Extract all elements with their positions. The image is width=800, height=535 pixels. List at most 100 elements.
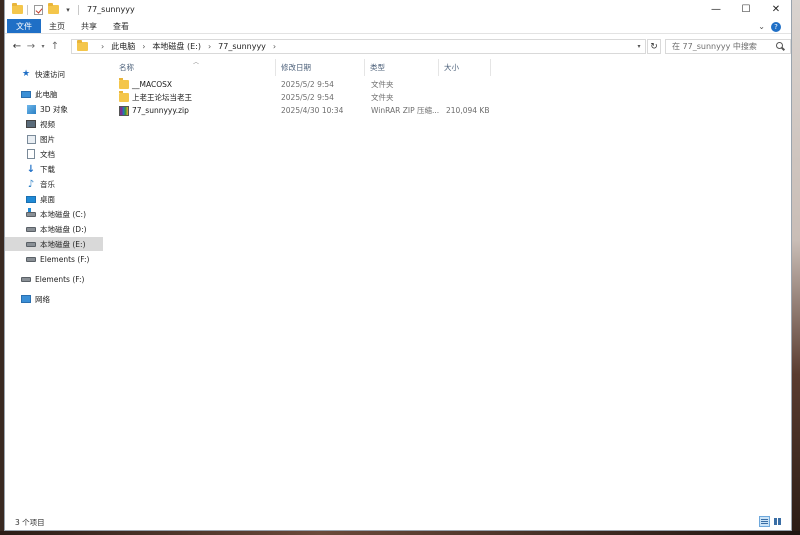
quick-access-toolbar: ▾: [11, 3, 83, 16]
address-history-dropdown[interactable]: ▾: [633, 40, 645, 53]
breadcrumb-separator-icon[interactable]: ›: [273, 42, 276, 51]
file-size: 210,094 KB: [446, 106, 490, 115]
sidebar-item-elements-f[interactable]: Elements (F:): [5, 252, 103, 266]
sidebar-item-quick-access[interactable]: ★ 快速访问: [5, 67, 103, 81]
sidebar-item-elements-f-root[interactable]: Elements (F:): [5, 272, 103, 286]
sidebar-item-3d-objects[interactable]: 3D 对象: [5, 102, 103, 116]
window-title: 77_sunnyyy: [87, 5, 135, 14]
customize-toolbar-button[interactable]: ▾: [62, 4, 74, 16]
folder-icon: [119, 91, 129, 102]
column-header-type[interactable]: 类型: [364, 60, 438, 74]
sidebar-item-network[interactable]: 网络: [5, 292, 103, 306]
video-icon: [26, 119, 36, 129]
new-folder-button[interactable]: [47, 3, 59, 16]
toolbar-divider: [78, 4, 79, 15]
tab-home[interactable]: 主页: [41, 19, 73, 33]
drive-c-icon: [26, 207, 36, 219]
sidebar-item-this-pc[interactable]: 此电脑: [5, 87, 103, 101]
file-name: 上老王论坛当老王: [132, 93, 192, 102]
properties-button[interactable]: [32, 4, 44, 16]
desktop-icon: [26, 194, 36, 204]
desktop-background-bottom: [0, 531, 800, 535]
tab-share[interactable]: 共享: [73, 19, 105, 33]
file-row[interactable]: 上老王论坛当老王 2025/5/2 9:54 文件夹: [115, 91, 491, 104]
search-input[interactable]: [672, 42, 772, 51]
close-button[interactable]: ✕: [761, 0, 791, 19]
minimize-button[interactable]: —: [701, 0, 731, 19]
folder-icon: [119, 78, 129, 89]
column-header-date-modified[interactable]: 修改日期: [275, 60, 363, 74]
navigation-bar: ← → ▾ ↑ › 此电脑 › 本地磁盘 (E:) › 77_sunnyyy ›…: [5, 36, 791, 57]
view-switcher: [759, 516, 783, 527]
sidebar-item-documents[interactable]: 文档: [5, 147, 103, 161]
music-icon: ♪: [27, 178, 35, 190]
breadcrumb-separator-icon[interactable]: ›: [142, 42, 145, 51]
breadcrumb-this-pc[interactable]: 此电脑: [111, 41, 135, 52]
ribbon-right-controls: ⌄ ?: [758, 19, 781, 34]
properties-icon: [33, 4, 43, 15]
file-row[interactable]: 77_sunnyyy.zip 2025/4/30 10:34 WinRAR ZI…: [115, 104, 491, 117]
file-list: ︿ 名称 修改日期 类型 大小 __MACOSX 2025/5/2 9:54 文…: [113, 57, 791, 513]
toolbar-divider: [27, 4, 28, 15]
drive-icon: [26, 254, 36, 264]
recent-locations-button[interactable]: ▾: [38, 40, 48, 54]
file-type: 文件夹: [371, 80, 394, 89]
download-icon: ↓: [26, 163, 36, 175]
winrar-zip-icon: [119, 105, 129, 116]
search-box[interactable]: [665, 39, 791, 54]
status-bar: 3 个项目: [5, 514, 791, 530]
large-icons-view-button[interactable]: [772, 516, 783, 527]
sidebar-item-videos[interactable]: 视频: [5, 117, 103, 131]
breadcrumb-separator-icon[interactable]: ›: [101, 42, 104, 51]
file-explorer-window: ▾ 77_sunnyyy — ☐ ✕ 文件 主页 共享 查看 ⌄ ? ← → ▾…: [4, 0, 792, 531]
details-view-button[interactable]: [759, 516, 770, 527]
back-button[interactable]: ←: [10, 40, 24, 54]
item-count: 3 个项目: [15, 518, 45, 527]
window-folder-icon: [11, 3, 23, 16]
drive-icon: [26, 224, 36, 234]
help-icon[interactable]: ?: [771, 21, 781, 32]
large-icons-view-icon: [774, 518, 781, 525]
network-icon: [21, 294, 31, 304]
up-button[interactable]: ↑: [48, 40, 62, 54]
ribbon-tabs: 文件 主页 共享 查看 ⌄ ?: [5, 19, 791, 34]
file-name: __MACOSX: [132, 80, 173, 89]
expand-ribbon-button[interactable]: ⌄: [758, 22, 765, 31]
navigation-pane: ★ 快速访问 此电脑 3D 对象 视频 图片 文档 ↓ 下载 ♪ 音乐 桌面 本…: [5, 63, 105, 513]
sidebar-item-drive-e[interactable]: 本地磁盘 (E:): [5, 237, 103, 251]
sidebar-item-music[interactable]: ♪ 音乐: [5, 177, 103, 191]
3d-objects-icon: [26, 104, 36, 114]
star-icon: ★: [21, 69, 31, 79]
file-row[interactable]: __MACOSX 2025/5/2 9:54 文件夹: [115, 78, 491, 91]
breadcrumb-current-folder[interactable]: 77_sunnyyy: [218, 42, 266, 51]
sidebar-item-downloads[interactable]: ↓ 下载: [5, 162, 103, 176]
window-controls: — ☐ ✕: [701, 0, 791, 19]
tab-view[interactable]: 查看: [105, 19, 137, 33]
file-type: 文件夹: [371, 93, 394, 102]
sidebar-item-pictures[interactable]: 图片: [5, 132, 103, 146]
forward-button[interactable]: →: [24, 40, 38, 54]
breadcrumb-drive-e[interactable]: 本地磁盘 (E:): [152, 41, 201, 52]
desktop-background-right: [792, 0, 800, 535]
file-modified: 2025/5/2 9:54: [281, 80, 334, 89]
maximize-button[interactable]: ☐: [731, 0, 761, 19]
drive-icon: [26, 239, 36, 249]
details-view-icon: [761, 518, 768, 525]
file-modified: 2025/5/2 9:54: [281, 93, 334, 102]
tab-file[interactable]: 文件: [7, 19, 41, 33]
breadcrumb-separator-icon[interactable]: ›: [208, 42, 211, 51]
column-divider[interactable]: [490, 59, 491, 76]
sidebar-item-drive-c[interactable]: 本地磁盘 (C:): [5, 207, 103, 221]
file-type: WinRAR ZIP 压缩...: [371, 106, 440, 115]
title-bar: ▾ 77_sunnyyy — ☐ ✕: [5, 0, 791, 19]
address-bar[interactable]: › 此电脑 › 本地磁盘 (E:) › 77_sunnyyy › ▾: [71, 39, 646, 54]
location-folder-icon: [77, 40, 88, 51]
file-name: 77_sunnyyy.zip: [132, 106, 189, 115]
sidebar-item-desktop[interactable]: 桌面: [5, 192, 103, 206]
drive-icon: [21, 274, 31, 284]
column-header-size[interactable]: 大小: [438, 60, 490, 74]
column-header-name[interactable]: 名称: [113, 60, 273, 74]
breadcrumb: › 此电脑 › 本地磁盘 (E:) › 77_sunnyyy ›: [94, 41, 283, 52]
refresh-button[interactable]: ↻: [647, 39, 661, 54]
sidebar-item-drive-d[interactable]: 本地磁盘 (D:): [5, 222, 103, 236]
